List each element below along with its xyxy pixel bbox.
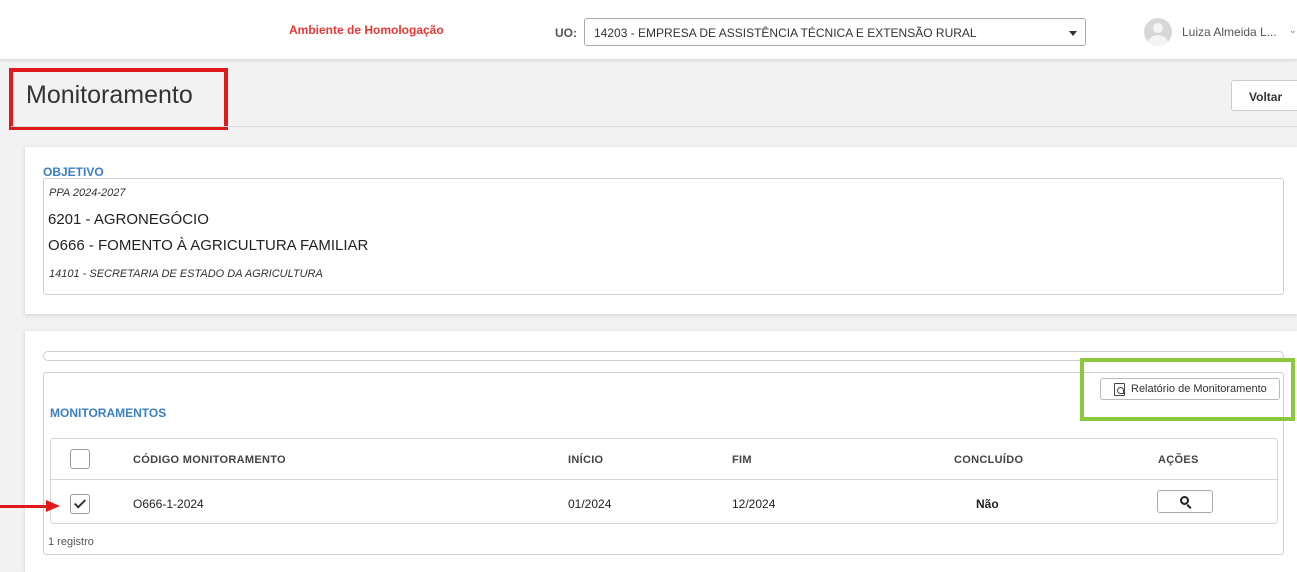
- cell-concluido: Não: [976, 497, 999, 511]
- empty-strip: [43, 351, 1284, 361]
- cell-fim: 12/2024: [732, 497, 776, 511]
- row-checkbox[interactable]: [70, 494, 90, 514]
- uo-selected-value: 14203 - EMPRESA DE ASSISTÊNCIA TÉCNICA E…: [594, 26, 977, 40]
- header-divider: [11, 126, 1297, 127]
- view-button[interactable]: [1157, 490, 1213, 513]
- monitoramentos-table: [50, 438, 1278, 524]
- select-all-checkbox[interactable]: [70, 449, 90, 469]
- objetivo-secretaria: 14101 - SECRETARIA DE ESTADO DA AGRICULT…: [49, 268, 323, 280]
- column-header-concluido: CONCLUÍDO: [954, 454, 1024, 466]
- objetivo-ppa: PPA 2024-2027: [49, 187, 126, 199]
- column-header-fim: FIM: [732, 454, 752, 466]
- monitoramentos-label: MONITORAMENTOS: [50, 406, 167, 420]
- objetivo-label: OBJETIVO: [43, 165, 104, 179]
- pdf-icon: [1114, 383, 1125, 396]
- uo-label: UO:: [555, 26, 577, 40]
- arrow-annotation: [0, 505, 48, 508]
- report-button[interactable]: Relatório de Monitoramento: [1100, 378, 1280, 400]
- cell-codigo: O666-1-2024: [133, 497, 204, 511]
- chevron-down-icon: [1069, 31, 1077, 36]
- uo-select[interactable]: 14203 - EMPRESA DE ASSISTÊNCIA TÉCNICA E…: [584, 18, 1086, 46]
- column-header-inicio: INÍCIO: [568, 454, 604, 466]
- objetivo-programa: 6201 - AGRONEGÓCIO: [48, 211, 209, 228]
- user-menu-chevron-icon[interactable]: ⌄: [1289, 25, 1297, 36]
- environment-label: Ambiente de Homologação: [289, 23, 444, 37]
- user-name[interactable]: Luiza Almeida L...: [1182, 25, 1277, 39]
- page-title: Monitoramento: [26, 81, 193, 109]
- record-count: 1 registro: [48, 536, 94, 548]
- column-header-codigo: CÓDIGO MONITORAMENTO: [133, 454, 286, 466]
- column-header-acoes: AÇÕES: [1158, 454, 1199, 466]
- arrow-head-annotation: [46, 500, 60, 512]
- checkmark-icon: [73, 496, 87, 509]
- report-button-label: Relatório de Monitoramento: [1131, 383, 1267, 395]
- user-avatar-icon[interactable]: [1144, 18, 1172, 46]
- cell-inicio: 01/2024: [568, 497, 612, 511]
- table-header-divider: [51, 479, 1277, 480]
- objetivo-codigo: O666 - FOMENTO À AGRICULTURA FAMILIAR: [48, 237, 369, 254]
- back-button[interactable]: Voltar: [1231, 80, 1297, 111]
- top-bar: Ambiente de Homologação UO: 14203 - EMPR…: [0, 0, 1297, 60]
